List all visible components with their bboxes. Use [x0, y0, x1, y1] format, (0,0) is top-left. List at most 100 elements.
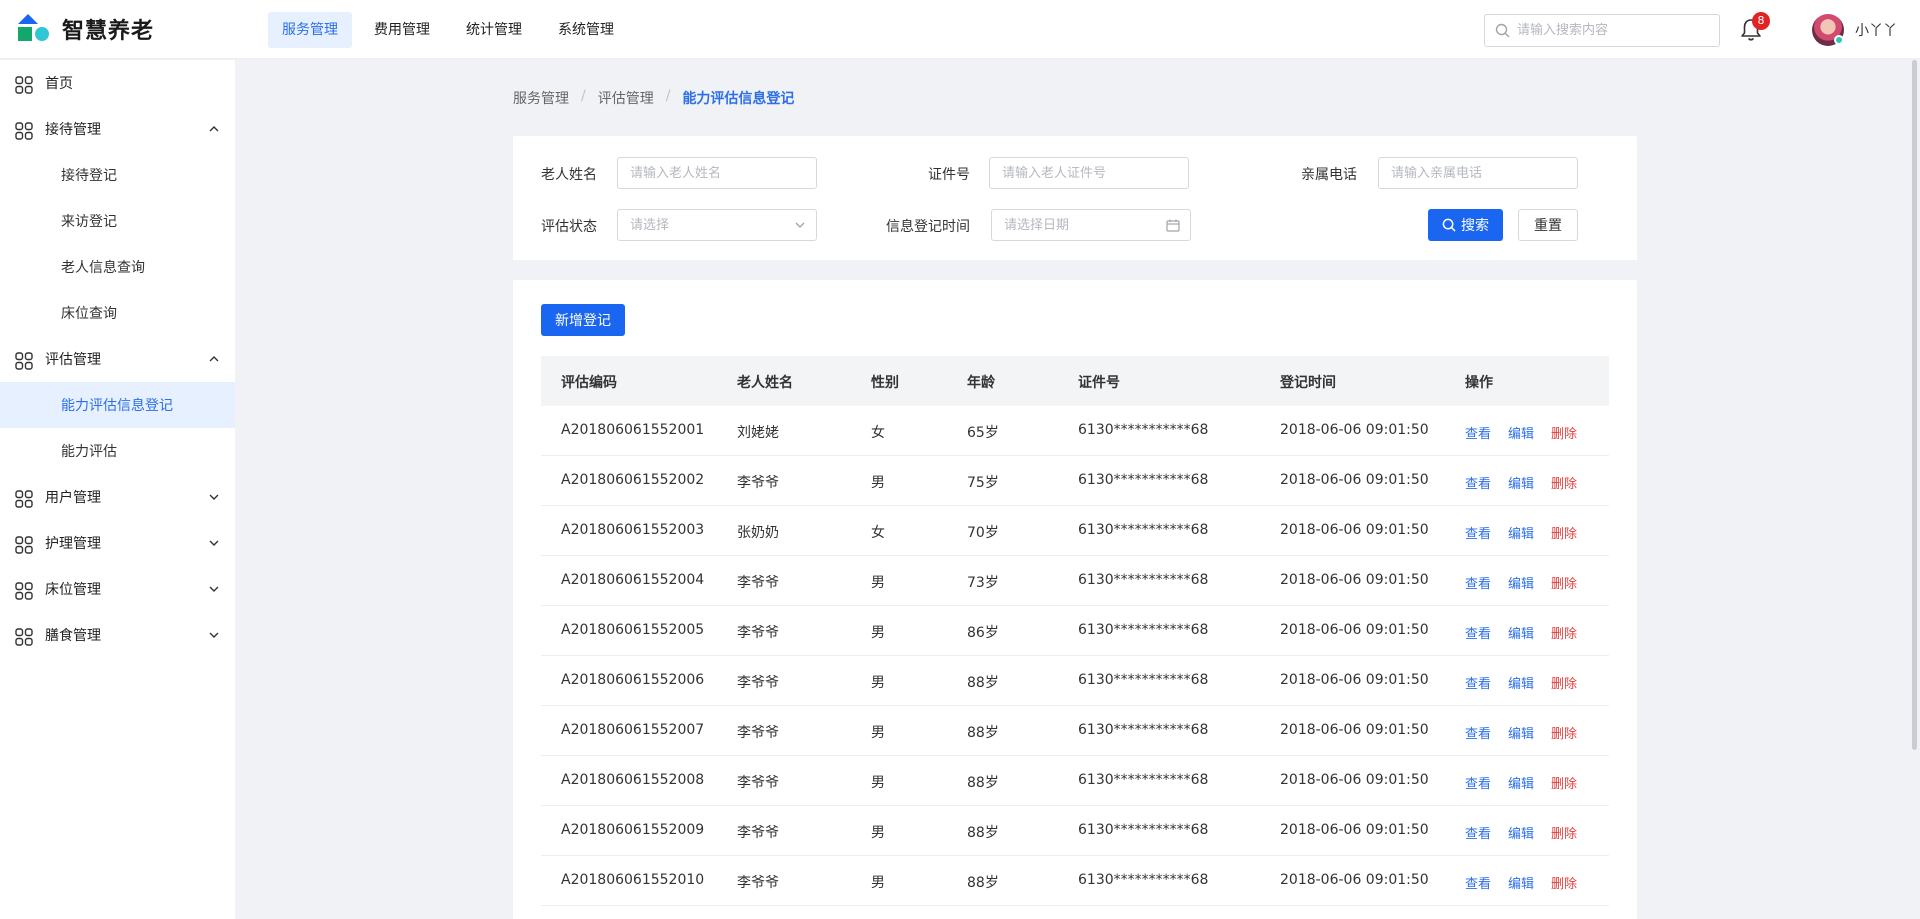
view-link[interactable]: 查看 [1465, 623, 1491, 642]
relative-phone-input[interactable] [1379, 158, 1577, 188]
delete-link[interactable]: 删除 [1551, 873, 1577, 892]
chevron-up-icon [209, 126, 219, 132]
view-link[interactable]: 查看 [1465, 673, 1491, 692]
cell-code: A201806061552002 [561, 472, 705, 488]
sidebar-item-label: 能力评估 [61, 444, 117, 460]
topnav-stats[interactable]: 统计管理 [452, 12, 536, 48]
assessment-status-input[interactable] [618, 210, 816, 240]
table-row: A201806061552009 李爷爷 男 88岁 6130***********68… [541, 806, 1609, 856]
column-header-gender: 性别 [871, 375, 899, 391]
delete-link[interactable]: 删除 [1551, 823, 1577, 842]
grid-icon [15, 582, 33, 600]
view-link[interactable]: 查看 [1465, 873, 1491, 892]
id-number-field [989, 157, 1189, 189]
column-header-time: 登记时间 [1280, 375, 1336, 391]
sidebar-item-reception[interactable]: 接待管理 [0, 106, 235, 152]
chevron-down-icon [209, 494, 219, 500]
sidebar-item-label: 来访登记 [61, 214, 117, 230]
cell-age: 86岁 [967, 625, 999, 641]
page-scrollbar[interactable] [1908, 60, 1920, 919]
edit-link[interactable]: 编辑 [1508, 623, 1534, 642]
id-number-label: 证件号 [928, 167, 970, 183]
topnav-fee[interactable]: 费用管理 [360, 12, 444, 48]
delete-link[interactable]: 删除 [1551, 523, 1577, 542]
sidebar-item-label: 膳食管理 [45, 628, 101, 644]
table-row: A201806061552008 李爷爷 男 88岁 6130***********68… [541, 756, 1609, 806]
scrollbar-thumb[interactable] [1912, 60, 1917, 750]
delete-link[interactable]: 删除 [1551, 723, 1577, 742]
id-number-input[interactable] [990, 158, 1188, 188]
cell-name: 刘姥姥 [737, 425, 779, 441]
delete-link[interactable]: 删除 [1551, 773, 1577, 792]
cell-gender: 男 [871, 475, 885, 491]
search-input[interactable] [1517, 15, 1713, 46]
username[interactable]: 小丫丫 [1855, 20, 1897, 40]
view-link[interactable]: 查看 [1465, 523, 1491, 542]
delete-link[interactable]: 删除 [1551, 573, 1577, 592]
delete-link[interactable]: 删除 [1551, 623, 1577, 642]
cell-register-time: 2018-06-06 09:01:50 [1280, 422, 1429, 438]
add-register-button[interactable]: 新增登记 [541, 304, 625, 336]
edit-link[interactable]: 编辑 [1508, 673, 1534, 692]
edit-link[interactable]: 编辑 [1508, 423, 1534, 442]
cell-age: 75岁 [967, 475, 999, 491]
view-link[interactable]: 查看 [1465, 423, 1491, 442]
breadcrumb-service[interactable]: 服务管理 [513, 88, 569, 108]
sidebar-item-ability-register[interactable]: 能力评估信息登记 [0, 382, 235, 428]
cell-id-number: 6130***********68 [1078, 672, 1209, 688]
table-row: A201806061552003 张奶奶 女 70岁 6130***********68… [541, 506, 1609, 556]
grid-icon [15, 122, 33, 140]
sidebar-item-label: 用户管理 [45, 490, 101, 506]
cell-gender: 男 [871, 775, 885, 791]
cell-register-time: 2018-06-06 09:01:50 [1280, 722, 1429, 738]
register-date-input[interactable] [992, 210, 1190, 240]
topnav-service[interactable]: 服务管理 [268, 12, 352, 48]
sidebar-item-nursing[interactable]: 护理管理 [0, 520, 235, 566]
sidebar-item-elder-query[interactable]: 老人信息查询 [0, 244, 235, 290]
sidebar-item-bed[interactable]: 床位管理 [0, 566, 235, 612]
edit-link[interactable]: 编辑 [1508, 873, 1534, 892]
view-link[interactable]: 查看 [1465, 573, 1491, 592]
grid-icon [15, 352, 33, 370]
view-link[interactable]: 查看 [1465, 823, 1491, 842]
edit-link[interactable]: 编辑 [1508, 573, 1534, 592]
register-date-picker[interactable] [991, 209, 1191, 241]
table-row: A201806061552007 李爷爷 男 88岁 6130***********68… [541, 706, 1609, 756]
assessment-status-select[interactable] [617, 209, 817, 241]
edit-link[interactable]: 编辑 [1508, 523, 1534, 542]
view-link[interactable]: 查看 [1465, 773, 1491, 792]
chevron-down-icon [209, 540, 219, 546]
delete-link[interactable]: 删除 [1551, 473, 1577, 492]
sidebar-item-reception-register[interactable]: 接待登记 [0, 152, 235, 198]
reset-button[interactable]: 重置 [1518, 209, 1578, 241]
edit-link[interactable]: 编辑 [1508, 773, 1534, 792]
cell-code: A201806061552008 [561, 772, 705, 788]
sidebar-item-home[interactable]: 首页 [0, 60, 235, 106]
cell-register-time: 2018-06-06 09:01:50 [1280, 572, 1429, 588]
sidebar-item-assessment[interactable]: 评估管理 [0, 336, 235, 382]
view-link[interactable]: 查看 [1465, 473, 1491, 492]
cell-id-number: 6130***********68 [1078, 872, 1209, 888]
topnav-system[interactable]: 系统管理 [544, 12, 628, 48]
cell-id-number: 6130***********68 [1078, 822, 1209, 838]
edit-link[interactable]: 编辑 [1508, 723, 1534, 742]
sidebar-item-user[interactable]: 用户管理 [0, 474, 235, 520]
edit-link[interactable]: 编辑 [1508, 823, 1534, 842]
cell-code: A201806061552009 [561, 822, 705, 838]
delete-link[interactable]: 删除 [1551, 673, 1577, 692]
grid-icon [15, 76, 33, 94]
delete-link[interactable]: 删除 [1551, 423, 1577, 442]
elder-name-input[interactable] [618, 158, 816, 188]
cell-code: A201806061552007 [561, 722, 705, 738]
sidebar-item-meal[interactable]: 膳食管理 [0, 612, 235, 658]
sidebar-item-bed-query[interactable]: 床位查询 [0, 290, 235, 336]
breadcrumb: 服务管理 / 评估管理 / 能力评估信息登记 [513, 88, 794, 108]
edit-link[interactable]: 编辑 [1508, 473, 1534, 492]
breadcrumb-assessment[interactable]: 评估管理 [598, 88, 654, 108]
search-button[interactable]: 搜索 [1428, 209, 1503, 241]
view-link[interactable]: 查看 [1465, 723, 1491, 742]
assessment-status-label: 评估状态 [541, 219, 597, 235]
sidebar-item-ability-assessment[interactable]: 能力评估 [0, 428, 235, 474]
sidebar-item-visit-register[interactable]: 来访登记 [0, 198, 235, 244]
app-title: 智慧养老 [62, 19, 155, 44]
